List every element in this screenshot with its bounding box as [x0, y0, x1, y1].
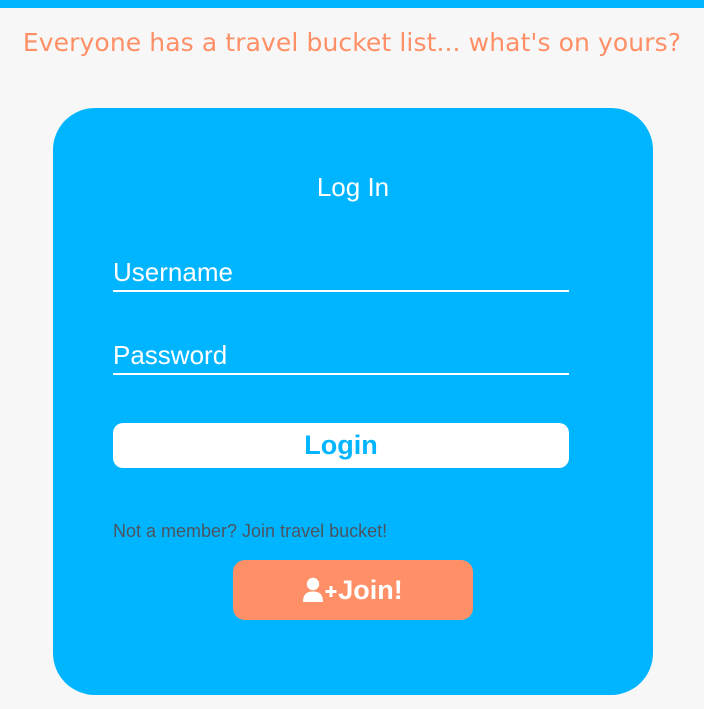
top-bar [0, 0, 704, 8]
join-button-label: Join! [338, 574, 403, 605]
page-tagline: Everyone has a travel bucket list... wha… [22, 28, 682, 57]
user-plus-icon [303, 577, 337, 603]
username-input[interactable] [113, 254, 569, 290]
login-title: Log In [316, 172, 390, 202]
join-button[interactable]: Join! [233, 560, 473, 620]
password-field-wrapper [113, 337, 569, 375]
username-field-wrapper [113, 254, 569, 292]
member-prompt: Not a member? Join travel bucket! [113, 521, 388, 541]
password-input[interactable] [113, 337, 569, 373]
login-button[interactable]: Login [113, 423, 569, 468]
login-card: Log In Login Not a member? Join travel b… [53, 108, 653, 695]
